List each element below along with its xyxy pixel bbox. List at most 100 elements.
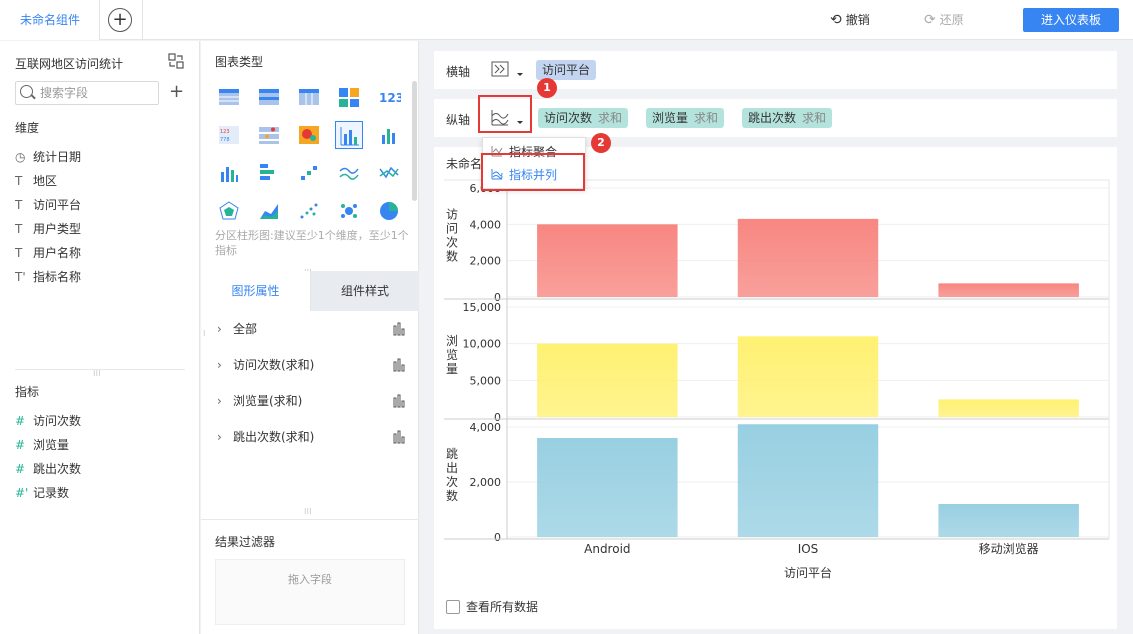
bar-style-icon[interactable] [393, 430, 407, 444]
area-chart-icon[interactable] [255, 197, 283, 225]
bar-style-icon[interactable] [393, 322, 407, 336]
chevron-right-icon: › [217, 394, 222, 408]
field-panel: 互联网地区访问统计 + 维度 ◷统计日期 T地区 T访问平台 T用户类型 T用户… [0, 41, 200, 634]
bar-style-icon[interactable] [393, 358, 407, 372]
tab-divider [142, 0, 143, 40]
y-axis-bar: 纵轴 访问次数 求和 浏览量 求和 跳出次数 求和 [434, 99, 1117, 137]
x-axis-label: 横轴 [446, 65, 471, 79]
horizontal-bar-icon[interactable] [255, 159, 283, 187]
text-t-icon: T [15, 246, 23, 260]
y-axis-field-pill[interactable]: 跳出次数 求和 [742, 108, 833, 128]
heatmap-icon[interactable] [295, 121, 323, 149]
measure-item[interactable]: #' 记录数 [15, 481, 81, 505]
dimension-item[interactable]: T' 指标名称 [15, 265, 81, 289]
y-axis-title-char: 次 [446, 236, 458, 250]
redo-button[interactable]: ⟳ 还原 [924, 11, 964, 28]
trend-line-icon[interactable] [375, 159, 403, 187]
pie-chart-icon[interactable] [375, 197, 403, 225]
dimension-item[interactable]: T 地区 [15, 169, 81, 193]
caret-down-icon [517, 73, 523, 76]
detail-table-icon[interactable]: 123 778 [215, 121, 243, 149]
list-chart-icon[interactable] [255, 121, 283, 149]
panel-splitter[interactable] [201, 519, 419, 520]
chart-config-panel: 图表类型 123 123778 分区柱形图:建议至少1个维度，至少1个指标 ⁝⁝… [201, 41, 419, 634]
dimension-item[interactable]: T 用户类型 [15, 217, 81, 241]
line-chart-icon[interactable] [335, 159, 363, 187]
dimension-item[interactable]: T 访问平台 [15, 193, 81, 217]
chevron-right-icon: › [217, 358, 222, 372]
filter-drop-zone[interactable]: 拖入字段 [215, 559, 405, 625]
measure-item[interactable]: # 访问次数 [15, 409, 81, 433]
y-tick-label: 4,000 [470, 421, 502, 434]
dimension-item[interactable]: T 用户名称 [15, 241, 81, 265]
view-all-data-checkbox[interactable]: 查看所有数据 [446, 598, 538, 615]
x-axis-type-dropdown[interactable] [490, 59, 530, 81]
redo-icon: ⟳ [924, 12, 936, 28]
property-row-visits[interactable]: › 访问次数(求和) [217, 355, 407, 375]
x-axis-field-pill[interactable]: 访问平台 [536, 60, 597, 80]
result-filter-title: 结果过滤器 [215, 535, 276, 549]
chart-type-scrollbar[interactable] [412, 81, 417, 201]
splitter-grip-icon[interactable]: ⁝⁝⁝ [304, 508, 312, 516]
stacked-bar-icon[interactable] [375, 121, 403, 149]
radar-chart-icon[interactable] [215, 197, 243, 225]
add-field-button[interactable]: + [169, 81, 184, 103]
enter-dashboard-button[interactable]: 进入仪表板 [1023, 8, 1119, 32]
x-axis-bar: 横轴 访问平台 [434, 51, 1117, 89]
search-input[interactable] [40, 85, 150, 101]
splitter-grip-icon[interactable]: ⁝⁝⁝ [93, 370, 101, 378]
drag-handle-icon[interactable]: ⁝ [203, 330, 207, 338]
scatter-chart-icon[interactable] [295, 197, 323, 225]
x-axis-title: 访问平台 [784, 565, 832, 580]
field-search[interactable] [15, 81, 159, 105]
annotation-box-2 [481, 153, 585, 191]
dimensions-title: 维度 [15, 121, 40, 135]
undo-button[interactable]: ⟲ 撤销 [830, 11, 870, 28]
bar [737, 424, 879, 537]
property-row-bounces[interactable]: › 跳出次数(求和) [217, 427, 407, 447]
bar [938, 283, 1079, 297]
bar [938, 504, 1079, 537]
bubble-chart-icon[interactable] [335, 197, 363, 225]
redo-label: 还原 [939, 13, 964, 27]
component-tab[interactable]: 未命名组件 [0, 0, 100, 40]
measure-list: # 访问次数 # 浏览量 # 跳出次数 #' 记录数 [15, 409, 81, 505]
measure-item[interactable]: # 浏览量 [15, 433, 81, 457]
step-chart-icon[interactable] [295, 159, 323, 187]
y-tick-label: 0 [494, 531, 501, 544]
color-block-icon[interactable] [335, 83, 363, 111]
bar-style-icon[interactable] [393, 394, 407, 408]
y-axis-field-pill[interactable]: 访问次数 求和 [538, 108, 629, 128]
svg-text:778: 778 [220, 137, 230, 143]
hash-icon: # [15, 462, 26, 476]
table-chart-icon[interactable] [215, 83, 243, 111]
kpi-number-icon[interactable]: 123 [375, 83, 403, 111]
y-axis-field-pill[interactable]: 浏览量 求和 [646, 108, 725, 128]
cross-table-icon[interactable] [295, 83, 323, 111]
switch-dataset-icon[interactable] [168, 53, 184, 69]
add-tab-button[interactable]: + [108, 8, 132, 32]
bar [537, 224, 678, 297]
tab-graphic-properties[interactable]: 图形属性 [201, 271, 310, 311]
x-tick-label: IOS [798, 542, 819, 556]
y-axis-title-char: 览 [446, 347, 458, 362]
dimension-item[interactable]: ◷ 统计日期 [15, 145, 81, 169]
y-axis-title-char: 问 [446, 222, 458, 236]
annotation-box-1 [478, 95, 532, 133]
partition-bar-chart: 02,0004,0006,000访问次数05,00010,00015,000浏览… [444, 179, 1110, 580]
partition-bar-icon[interactable] [335, 121, 363, 149]
chart-card: 未命名 02,0004,0006,000访问次数05,00010,00015,0… [434, 147, 1117, 629]
annotation-badge-1: 1 [537, 78, 557, 98]
undo-label: 撤销 [845, 13, 870, 27]
property-row-all[interactable]: › 全部 [217, 319, 407, 339]
bar-chart-icon[interactable] [215, 159, 243, 187]
tab-component-style[interactable]: 组件样式 [310, 271, 419, 311]
property-row-pageviews[interactable]: › 浏览量(求和) [217, 391, 407, 411]
chevron-right-icon: › [217, 322, 222, 336]
measure-item[interactable]: # 跳出次数 [15, 457, 81, 481]
y-axis-title-char: 数 [446, 249, 458, 264]
hash-icon: # [15, 438, 26, 452]
measures-title: 指标 [15, 385, 40, 399]
checkbox-box[interactable] [446, 600, 460, 614]
group-table-icon[interactable] [255, 83, 283, 111]
